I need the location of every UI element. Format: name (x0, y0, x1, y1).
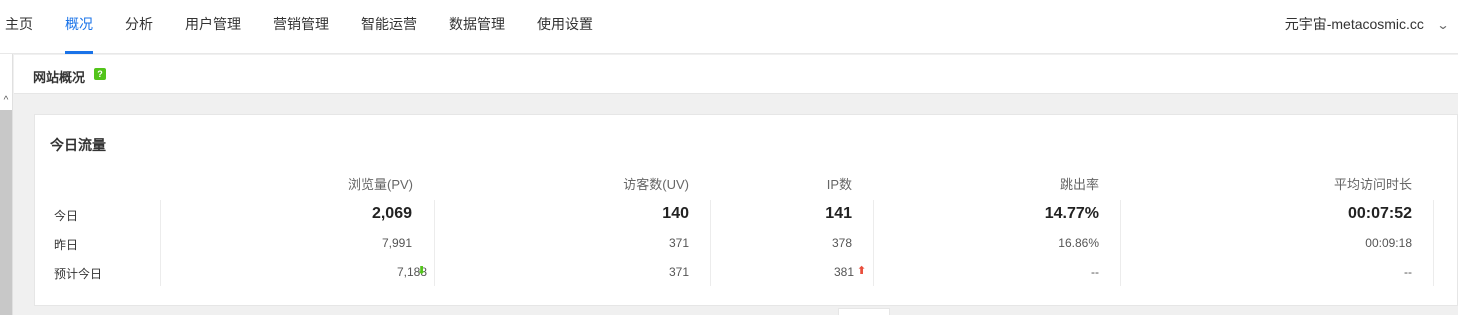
column-header-ip: IP数 (826, 177, 852, 192)
nav-item-label: 概况 (65, 16, 93, 32)
nav-item-marketing[interactable]: 营销管理 (273, 14, 329, 54)
nav-item-label: 分析 (125, 16, 153, 32)
column-divider (1433, 200, 1434, 286)
nav-item-label: 数据管理 (449, 16, 505, 32)
today-bounce-rate: 14.77% (1044, 205, 1099, 222)
nav-item-home[interactable]: 主页 (5, 14, 33, 54)
card-title: 今日流量 (50, 137, 106, 153)
nav-item-smart-operations[interactable]: 智能运营 (361, 14, 417, 54)
collapse-tab[interactable] (838, 308, 890, 315)
nav-item-user-management[interactable]: 用户管理 (185, 14, 241, 54)
nav-item-settings[interactable]: 使用设置 (537, 14, 593, 54)
scroll-up-icon[interactable]: ^ (0, 94, 12, 108)
forecast-bounce-rate: -- (1091, 265, 1099, 279)
question-icon[interactable]: ? (94, 68, 106, 80)
site-name: 元宇宙-metacosmic.cc (1284, 16, 1424, 32)
active-underline (65, 51, 93, 54)
yesterday-pv: 7,991 (381, 236, 412, 250)
forecast-ip: 381 (833, 265, 854, 279)
yesterday-ip: 378 (831, 236, 852, 250)
side-scrollbar[interactable]: ^ (0, 54, 13, 315)
today-pv: 2,069 (371, 205, 412, 222)
column-header-pv: 浏览量(PV) (347, 177, 413, 192)
column-divider (1120, 200, 1121, 286)
column-header-avg-duration: 平均访问时长 (1333, 177, 1412, 192)
chevron-down-icon: ⌄ (1436, 18, 1450, 32)
page-header: 网站概况 ? (14, 55, 1458, 94)
arrow-up-icon: ⬆ (857, 265, 867, 277)
forecast-avg-duration: -- (1404, 265, 1412, 279)
nav-item-overview[interactable]: 概况 (65, 14, 93, 54)
nav-item-label: 营销管理 (273, 16, 329, 32)
traffic-card: 今日流量 浏览量(PV) 访客数(UV) IP数 跳出率 平均访问时长 今日 2… (34, 114, 1458, 306)
row-label-today: 今日 (54, 209, 79, 223)
column-header-uv: 访客数(UV) (623, 177, 689, 192)
nav-item-label: 用户管理 (185, 16, 241, 32)
site-selector[interactable]: 元宇宙-metacosmic.cc ⌄ (1284, 14, 1450, 34)
nav-item-label: 使用设置 (537, 16, 593, 32)
forecast-uv: 371 (668, 265, 689, 279)
today-ip: 141 (825, 205, 852, 222)
today-uv: 140 (662, 205, 689, 222)
nav-item-label: 智能运营 (361, 16, 417, 32)
column-header-bounce-rate: 跳出率 (1059, 177, 1099, 192)
column-divider (873, 200, 874, 286)
nav-item-analysis[interactable]: 分析 (125, 14, 153, 54)
nav-item-label: 主页 (5, 16, 33, 32)
page-title: 网站概况 (33, 70, 86, 85)
yesterday-avg-duration: 00:09:18 (1365, 236, 1412, 250)
column-divider (160, 200, 161, 286)
row-label-yesterday: 昨日 (54, 238, 79, 252)
column-divider (710, 200, 711, 286)
yesterday-uv: 371 (668, 236, 689, 250)
row-label-forecast: 预计今日 (54, 267, 103, 281)
yesterday-bounce-rate: 16.86% (1058, 236, 1099, 250)
column-divider (434, 200, 435, 286)
top-navigation: 主页 概况 分析 用户管理 营销管理 智能运营 数据管理 使用设置 元宇宙-me… (0, 0, 1458, 54)
scroll-track[interactable] (0, 110, 12, 315)
arrow-down-icon: ⬇ (417, 265, 427, 277)
nav-item-data-management[interactable]: 数据管理 (449, 14, 505, 54)
today-avg-duration: 00:07:52 (1347, 205, 1412, 222)
